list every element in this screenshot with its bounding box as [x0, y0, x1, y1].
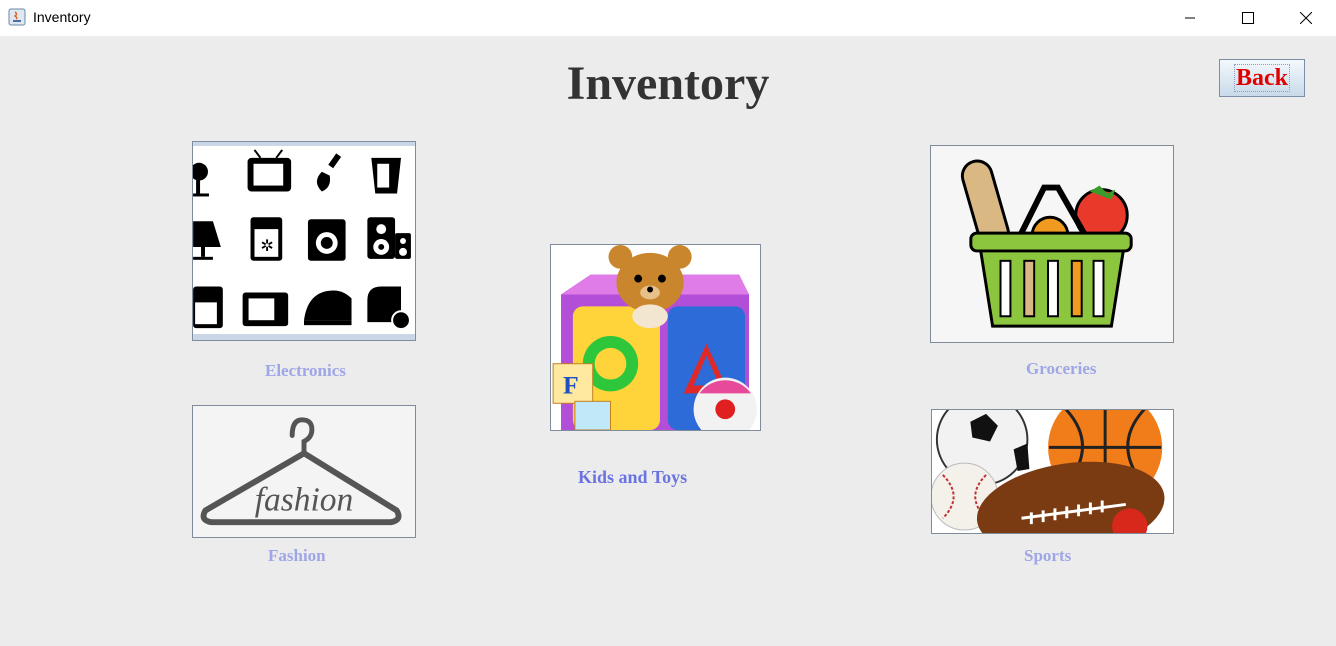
back-button-label: Back [1233, 64, 1290, 92]
category-label-fashion: Fashion [268, 546, 326, 565]
groceries-image [931, 146, 1173, 342]
toys-image: F [551, 245, 760, 430]
svg-text:fashion: fashion [255, 481, 354, 518]
svg-text:F: F [563, 370, 579, 399]
category-label-kids-and-toys: Kids and Toys [578, 467, 688, 487]
window-titlebar: Inventory [0, 0, 1336, 36]
maximize-icon [1242, 12, 1254, 24]
page-title: Inventory [566, 57, 770, 110]
svg-text:✲: ✲ [260, 238, 273, 255]
fashion-image: fashion [193, 406, 415, 537]
close-icon [1300, 12, 1312, 24]
sports-image [932, 410, 1173, 533]
fashion-category-button[interactable]: fashion [192, 405, 416, 538]
minimize-icon [1185, 17, 1195, 19]
category-label-sports: Sports [1024, 546, 1072, 565]
java-app-icon [8, 8, 26, 26]
category-label-electronics: Electronics [265, 361, 346, 380]
close-button[interactable] [1277, 0, 1335, 36]
electronics-category-button[interactable]: ✲ [192, 141, 416, 341]
sports-category-button[interactable] [931, 409, 1174, 534]
kids-and-toys-category-button[interactable]: F [550, 244, 761, 431]
maximize-button[interactable] [1219, 0, 1277, 36]
minimize-button[interactable] [1161, 0, 1219, 36]
groceries-category-button[interactable] [930, 145, 1174, 343]
window-title: Inventory [33, 9, 91, 25]
category-label-groceries: Groceries [1026, 359, 1097, 378]
back-button[interactable]: Back [1219, 59, 1305, 97]
electronics-image: ✲ [193, 142, 415, 340]
